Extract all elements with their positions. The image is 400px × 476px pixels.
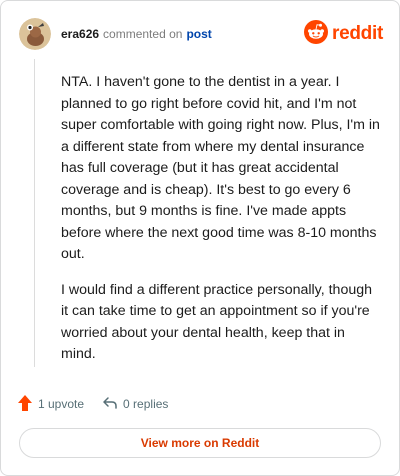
action-text: commented on xyxy=(103,27,183,41)
view-more-button[interactable]: View more on Reddit xyxy=(19,428,381,458)
author-name[interactable]: era626 xyxy=(61,27,99,41)
reply-count: 0 replies xyxy=(123,397,169,411)
comment-body: NTA. I haven't gone to the dentist in a … xyxy=(61,72,383,380)
upvote-count: 1 upvote xyxy=(38,397,85,411)
reply-button[interactable]: 0 replies xyxy=(102,395,168,414)
comment-meta: era626 commented on post xyxy=(61,27,212,41)
comment-header: era626 commented on post reddit xyxy=(19,18,383,50)
reddit-wordmark: reddit xyxy=(332,23,383,44)
reddit-logo[interactable]: reddit xyxy=(304,19,383,49)
view-more-label: View more on Reddit xyxy=(140,436,260,450)
reddit-snoo-icon xyxy=(304,19,329,49)
upvote-button[interactable]: 1 upvote xyxy=(17,394,84,415)
thread-line xyxy=(34,59,35,367)
comment-paragraph: I would find a different practice person… xyxy=(61,281,373,363)
comment-actions: 1 upvote 0 replies xyxy=(17,394,168,414)
post-link[interactable]: post xyxy=(186,27,211,41)
comment-embed-card: era626 commented on post reddit NTA. I h… xyxy=(0,0,400,476)
reply-icon xyxy=(102,395,118,414)
upvote-arrow-icon xyxy=(17,394,33,415)
comment-paragraph: NTA. I haven't gone to the dentist in a … xyxy=(61,74,380,262)
avatar[interactable] xyxy=(19,18,51,50)
